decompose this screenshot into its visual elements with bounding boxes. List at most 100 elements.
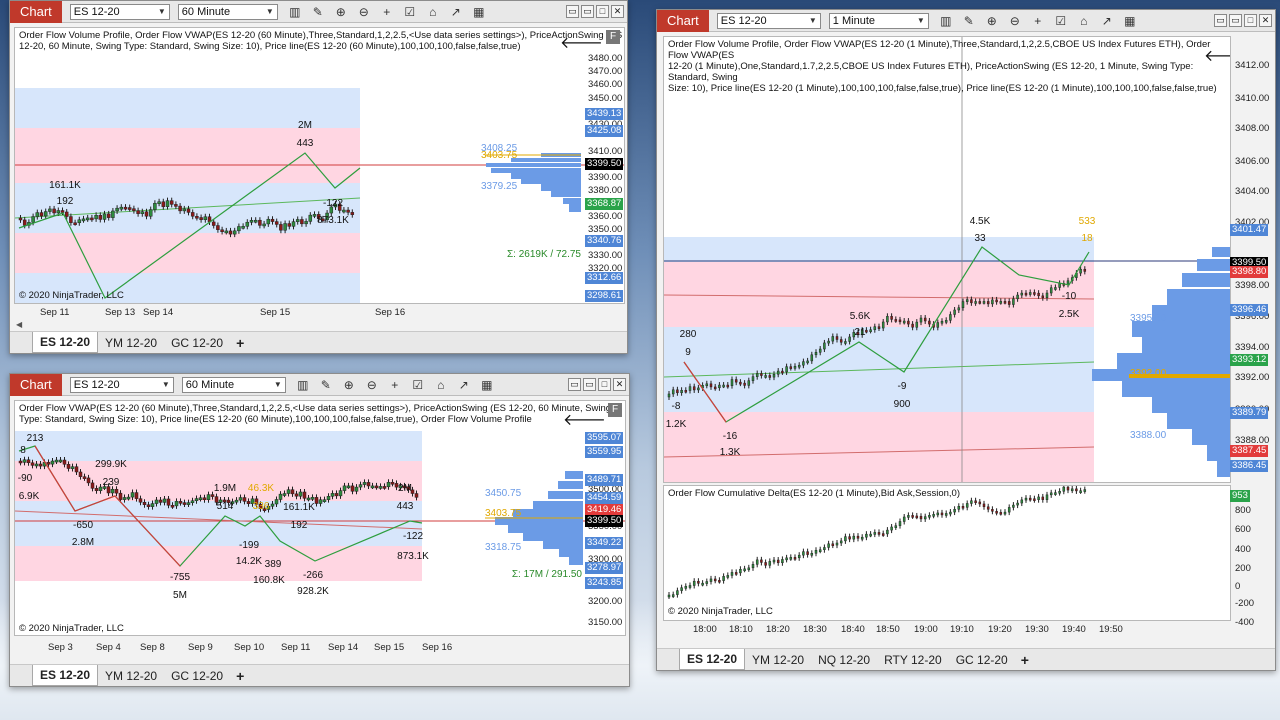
tab-ym[interactable]: YM 12-20	[98, 333, 164, 353]
maximize-button[interactable]: □	[598, 378, 611, 391]
close-button[interactable]: ✕	[611, 5, 624, 18]
arrow-left-icon[interactable]: 🡐	[1204, 45, 1230, 66]
properties-icon[interactable]: ☑	[403, 5, 417, 19]
tab-gc[interactable]: GC 12-20	[164, 666, 230, 686]
arrow-left-icon[interactable]: 🡐	[563, 409, 606, 430]
indicator-icon[interactable]: ↗	[449, 5, 463, 19]
vp-label: 3392.00	[1130, 368, 1167, 379]
interval-selector[interactable]: 60 Minute ▼	[177, 3, 278, 20]
zoom-in-icon[interactable]: ⊕	[342, 378, 356, 392]
candle-body	[210, 494, 215, 497]
minimize-button[interactable]: ▭	[1214, 14, 1227, 27]
tab-ym[interactable]: YM 12-20	[98, 666, 164, 686]
properties-icon[interactable]: ☑	[1054, 14, 1068, 28]
pencil-icon[interactable]: ✎	[311, 5, 325, 19]
add-tab-button[interactable]: +	[1015, 652, 1035, 668]
candle-body	[877, 326, 881, 329]
price-marker: 3298.61	[585, 290, 624, 302]
candle-body	[246, 501, 251, 504]
zoom-out-icon[interactable]: ⊖	[365, 378, 379, 392]
table-icon[interactable]: ▦	[480, 378, 494, 392]
zoom-out-icon[interactable]: ⊖	[1008, 14, 1022, 28]
price-panel[interactable]: Order Flow Volume Profile, Order Flow VW…	[14, 27, 625, 304]
axis-tick-label: 3450.00	[588, 93, 623, 104]
tab-ym[interactable]: YM 12-20	[745, 650, 811, 670]
maximize-button[interactable]: □	[1244, 14, 1257, 27]
interval-selector[interactable]: 1 Minute ▼	[828, 12, 929, 29]
candle-body	[132, 208, 136, 211]
swing-label: 239	[103, 477, 120, 488]
time-tick-label: 19:50	[1099, 624, 1123, 635]
horizontal-scrollbar[interactable]: ◀	[10, 320, 627, 329]
crosshair-icon[interactable]: +	[380, 5, 394, 19]
crosshair-icon[interactable]: +	[388, 378, 402, 392]
close-button[interactable]: ✕	[613, 378, 626, 391]
tab-rty[interactable]: RTY 12-20	[877, 650, 949, 670]
properties-icon[interactable]: ☑	[411, 378, 425, 392]
close-button[interactable]: ✕	[1259, 14, 1272, 27]
time-tick-label: Sep 8	[140, 642, 165, 653]
strategy-icon[interactable]: ⌂	[1077, 14, 1091, 28]
instrument-selector[interactable]: ES 12-20 ▼	[69, 3, 170, 20]
chart-menu-button[interactable]: Chart	[657, 9, 709, 32]
crosshair-icon[interactable]: +	[1031, 14, 1045, 28]
bar-chart-icon[interactable]: ▥	[939, 14, 953, 28]
swing-label: 4.5K	[970, 216, 991, 227]
bar-chart-icon[interactable]: ▥	[288, 5, 302, 19]
candle-body	[713, 578, 717, 582]
candle-body	[1079, 490, 1082, 493]
fullscreen-icon[interactable]: F	[606, 30, 620, 44]
maximize-button[interactable]: □	[596, 5, 609, 18]
candle-body	[768, 375, 772, 378]
chart-menu-button[interactable]: Chart	[10, 373, 62, 396]
candle-body	[249, 220, 254, 223]
table-icon[interactable]: ▦	[1123, 14, 1137, 28]
minimize-button[interactable]: ▭	[566, 5, 579, 18]
bar-chart-icon[interactable]: ▥	[296, 378, 310, 392]
tab-es[interactable]: ES 12-20	[679, 649, 746, 670]
tab-nq[interactable]: NQ 12-20	[811, 650, 877, 670]
instrument-selector[interactable]: ES 12-20 ▼	[69, 376, 174, 393]
swing-label: 900	[894, 399, 911, 410]
chevron-down-icon: ▼	[161, 380, 170, 389]
candle-body	[1024, 292, 1028, 296]
zoom-out-icon[interactable]: ⊖	[357, 5, 371, 19]
arrow-left-icon[interactable]: 🡐	[560, 32, 603, 53]
add-tab-button[interactable]: +	[230, 668, 250, 684]
strategy-icon[interactable]: ⌂	[426, 5, 440, 19]
candle-body	[70, 466, 75, 469]
pencil-icon[interactable]: ✎	[319, 378, 333, 392]
minimize-button[interactable]: ▭	[568, 378, 581, 391]
interval-selector[interactable]: 60 Minute ▼	[181, 376, 286, 393]
cumulative-delta-panel[interactable]: Order Flow Cumulative Delta(ES 12-20 (1 …	[663, 485, 1231, 621]
fullscreen-icon[interactable]: F	[608, 403, 622, 417]
indicator-icon[interactable]: ↗	[1100, 14, 1114, 28]
restore-button[interactable]: ▭	[581, 5, 594, 18]
chart-menu-button[interactable]: Chart	[10, 0, 62, 23]
instrument-selector[interactable]: ES 12-20 ▼	[716, 12, 821, 29]
candle-body	[1016, 294, 1019, 300]
tab-es[interactable]: ES 12-20	[32, 665, 99, 686]
table-icon[interactable]: ▦	[472, 5, 486, 19]
price-panel[interactable]: Order Flow Volume Profile, Order Flow VW…	[663, 36, 1231, 483]
strategy-icon[interactable]: ⌂	[434, 378, 448, 392]
pencil-icon[interactable]: ✎	[962, 14, 976, 28]
zoom-in-icon[interactable]: ⊕	[334, 5, 348, 19]
zoom-in-icon[interactable]: ⊕	[985, 14, 999, 28]
restore-button[interactable]: ▭	[583, 378, 596, 391]
swing-label: -755	[170, 572, 190, 583]
price-marker: 3389.79	[1230, 407, 1269, 419]
candle-body	[953, 509, 956, 513]
tab-gc[interactable]: GC 12-20	[164, 333, 230, 353]
candle-body	[818, 549, 822, 552]
tab-gc[interactable]: GC 12-20	[949, 650, 1015, 670]
add-tab-button[interactable]: +	[230, 335, 250, 351]
swing-label: 873.1K	[397, 551, 429, 562]
candle-body	[237, 226, 241, 232]
price-panel[interactable]: Order Flow VWAP(ES 12-20 (60 Minute),Thr…	[14, 400, 626, 636]
window-controls: ▭ ▭ □ ✕	[566, 5, 627, 18]
time-tick-label: Sep 15	[260, 307, 291, 318]
tab-es[interactable]: ES 12-20	[32, 332, 99, 353]
restore-button[interactable]: ▭	[1229, 14, 1242, 27]
indicator-icon[interactable]: ↗	[457, 378, 471, 392]
